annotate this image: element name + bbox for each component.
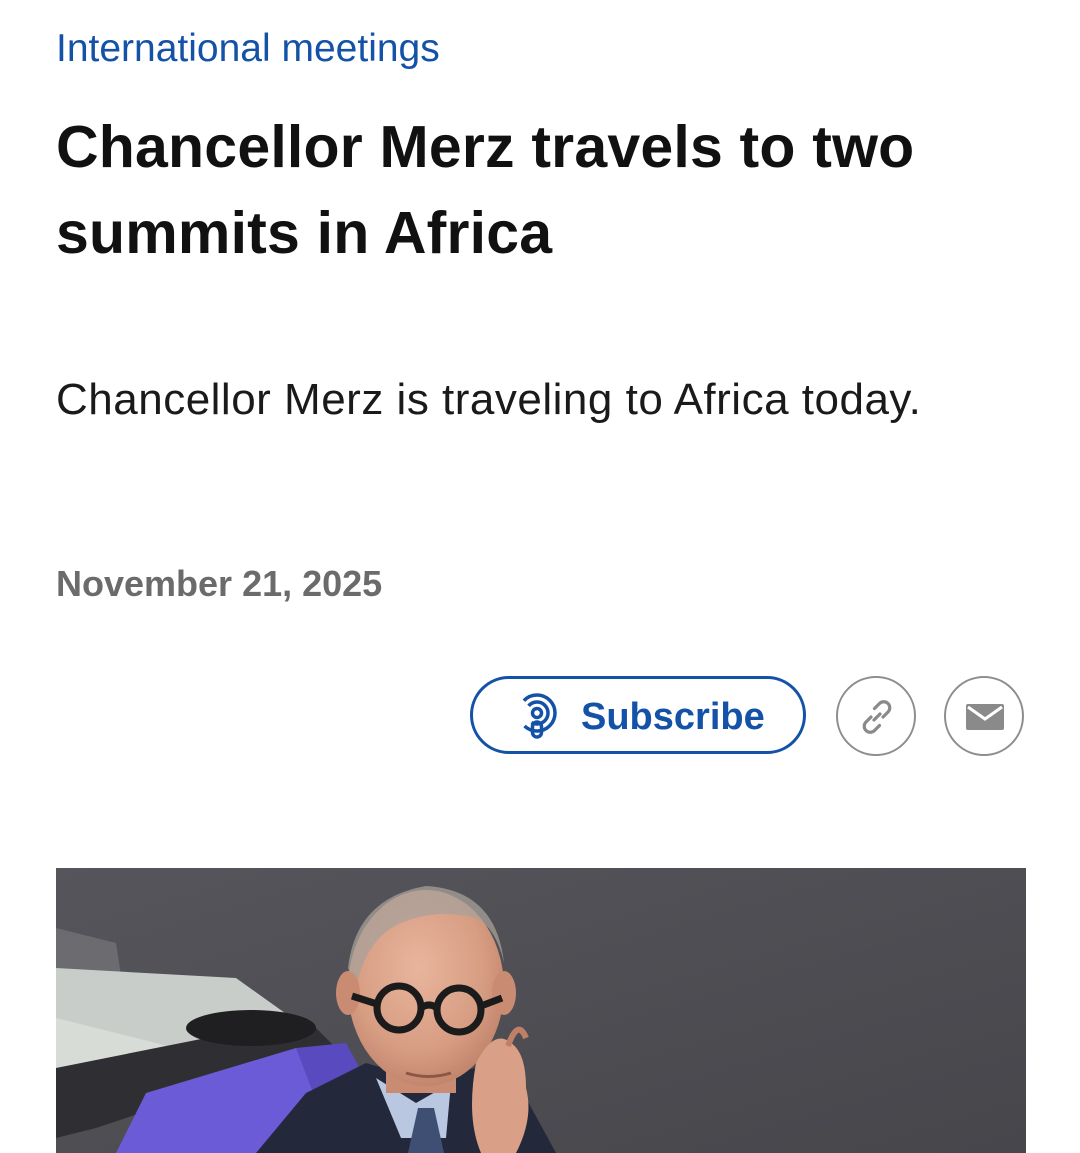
podcast-icon: [513, 693, 561, 741]
article-photo: [56, 868, 1026, 1153]
subscribe-label: Subscribe: [581, 696, 765, 738]
publish-date: November 21, 2025: [56, 563, 383, 604]
page-title: Chancellor Merz travels to two summits i…: [56, 114, 915, 266]
email-share-button[interactable]: [944, 676, 1024, 756]
share-bar: Subscribe: [470, 676, 1026, 758]
mail-icon: [966, 704, 1004, 730]
category-link[interactable]: International meetings: [56, 26, 440, 72]
copy-link-button[interactable]: [836, 676, 916, 756]
subscribe-button[interactable]: Subscribe: [470, 676, 806, 754]
link-icon: [862, 700, 892, 734]
article-teaser: Chancellor Merz is traveling to Africa t…: [56, 375, 922, 424]
